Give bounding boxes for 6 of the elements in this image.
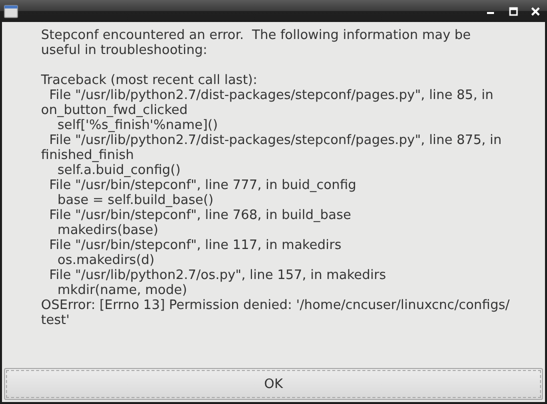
- error-summary: Stepconf encountered an error. The following information may be useful in troubleshooting:: [41, 28, 472, 58]
- traceback-text: Traceback (most recent call last): File "/usr/lib/python2.7/dist-packages/stepconf/pages.py", line 85, in on_button_fwd_clicked self['%s_finish'%name]() File "/usr/lib/python2.7/dist-packages/stepconf/pages.py", line 875, in finished_finish self.a.buid_config() File "/usr/bin/stepconf", line 777, in buid_config base = self.build_base() File "/usr/bin/stepconf", line 768, in build_base makedirs(base) File "/usr/bin/stepconf", line 117, in makedirs os.makedirs(d) File "/usr/lib/python2.7/os.py", line 157, in makedirs mkdir(name, mode) OSError: [Errno 13] Permission denied: '/home/cncuser/linuxcnc/configs/ test': [41, 73, 511, 328]
- window-app-icon: [4, 4, 18, 18]
- ok-button[interactable]: OK: [4, 368, 543, 400]
- close-icon: [530, 6, 540, 16]
- maximize-icon: [508, 6, 518, 16]
